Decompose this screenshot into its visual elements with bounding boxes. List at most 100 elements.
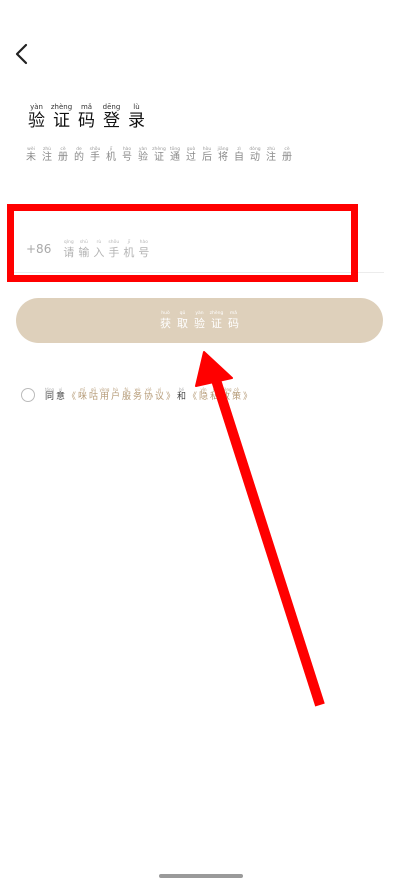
hanzi: 策 xyxy=(231,392,241,402)
hanzi: 咪 xyxy=(77,392,87,402)
hanzi: 册 xyxy=(282,152,292,163)
ruby-char: hòu 后 xyxy=(199,147,215,163)
ruby-char: jī 机 xyxy=(103,147,119,163)
hanzi: 码 xyxy=(228,317,239,330)
ruby-char: dēng 登 xyxy=(99,104,124,130)
ruby-char: yì 议 xyxy=(154,388,165,402)
phone-input-row[interactable]: +86 qǐng 请 shū 输 rù 入 shǒu 手 jī 机 hào 号 xyxy=(14,226,384,273)
hanzi: 证 xyxy=(211,317,222,330)
page-subtitle: wèi 未 zhù 注 cè 册 de 的 shǒu 手 jī 机 hào 号 yàn 验 zhèng 证 tōng… xyxy=(23,147,295,163)
hanzi: 《 xyxy=(66,392,76,402)
hanzi: 机 xyxy=(123,245,135,259)
hanzi: 机 xyxy=(106,152,116,163)
hanzi: 验 xyxy=(138,152,148,163)
hanzi: 咕 xyxy=(88,392,98,402)
ruby-char: yàn 验 xyxy=(24,104,49,130)
country-code[interactable]: +86 xyxy=(26,242,51,256)
ruby-char: qǔ 取 xyxy=(174,311,191,330)
hanzi: 议 xyxy=(154,392,164,402)
hanzi: 政 xyxy=(220,392,230,402)
hanzi: 自 xyxy=(234,152,244,163)
ruby-char: shǒu 手 xyxy=(87,147,103,163)
annotation-arrow xyxy=(195,351,325,707)
privacy-policy-link[interactable]: 《 yǐn 隐 sī 私 zhèng 政 cè 策》 xyxy=(187,388,253,402)
agree-prefix: tóng 同 yì 意 xyxy=(44,388,66,402)
ruby-char: hào 号 xyxy=(136,240,151,259)
ruby-char: jiāng 将 xyxy=(215,147,231,163)
ruby-char: hù 户 xyxy=(110,388,121,402)
hanzi: 》 xyxy=(242,392,252,402)
ruby-char: yì 意 xyxy=(55,388,66,402)
ruby-char: de 的 xyxy=(71,147,87,163)
ruby-char: zì 自 xyxy=(231,147,247,163)
ruby-char: mī 咪 xyxy=(77,388,88,402)
ruby-char: zhèng 证 xyxy=(208,311,225,330)
ruby-char: 《 xyxy=(66,388,77,402)
ruby-char: zhèng 证 xyxy=(151,147,167,163)
ruby-char: rù 入 xyxy=(91,240,106,259)
ruby-char: 》 xyxy=(165,388,176,402)
hanzi: 和 xyxy=(176,392,186,402)
ruby-char: gū 咕 xyxy=(88,388,99,402)
ruby-char: huò 获 xyxy=(157,311,174,330)
ruby-char: hào 号 xyxy=(119,147,135,163)
ruby-char: hé 和 xyxy=(176,388,187,402)
hanzi: 的 xyxy=(74,152,84,163)
ruby-char: lù 录 xyxy=(124,104,149,130)
hanzi: 录 xyxy=(128,111,145,131)
hanzi: 协 xyxy=(143,392,153,402)
hanzi: 验 xyxy=(28,111,45,131)
hanzi: 取 xyxy=(177,317,188,330)
home-indicator xyxy=(159,874,243,878)
hanzi: 证 xyxy=(53,111,70,131)
ruby-char: yǐn 隐 xyxy=(198,388,209,402)
phone-input[interactable]: qǐng 请 shū 输 rù 入 shǒu 手 jī 机 hào 号 xyxy=(61,240,151,259)
hanzi: 《 xyxy=(187,392,197,402)
login-page: yàn 验 zhèng 证 mǎ 码 dēng 登 lù 录 wèi 未 zhù 注 cè 册 de 的 shǒu… xyxy=(0,0,400,888)
ruby-char: yàn 验 xyxy=(191,311,208,330)
hanzi: 户 xyxy=(110,392,120,402)
hanzi: 手 xyxy=(90,152,100,163)
hanzi: 同 xyxy=(44,392,54,402)
hanzi: 码 xyxy=(78,111,95,131)
ruby-char: tōng 通 xyxy=(167,147,183,163)
hanzi: 隐 xyxy=(198,392,208,402)
hanzi: 后 xyxy=(202,152,212,163)
ruby-char: shū 输 xyxy=(76,240,91,259)
ruby-char: wèi 未 xyxy=(23,147,39,163)
hanzi: 输 xyxy=(78,245,90,259)
ruby-char: yàn 验 xyxy=(135,147,151,163)
hanzi: 证 xyxy=(154,152,164,163)
ruby-char: jī 机 xyxy=(121,240,136,259)
hanzi: 册 xyxy=(58,152,68,163)
ruby-char: mǎ 码 xyxy=(74,104,99,130)
hanzi: 过 xyxy=(186,152,196,163)
ruby-char: zhù 注 xyxy=(39,147,55,163)
ruby-char: dòng 动 xyxy=(247,147,263,163)
hanzi: 号 xyxy=(138,245,150,259)
hanzi: 验 xyxy=(194,317,205,330)
hanzi: 服 xyxy=(121,392,131,402)
agree-radio[interactable] xyxy=(21,388,35,402)
hanzi: 将 xyxy=(218,152,228,163)
hanzi: 请 xyxy=(63,245,75,259)
hanzi: 手 xyxy=(108,245,120,259)
ruby-char: cè 策 xyxy=(231,388,242,402)
ruby-char: 》 xyxy=(242,388,253,402)
ruby-char: shǒu 手 xyxy=(106,240,121,259)
hanzi: 入 xyxy=(93,245,105,259)
ruby-char: 《 xyxy=(187,388,198,402)
hanzi: 用 xyxy=(99,392,109,402)
ruby-char: cè 册 xyxy=(55,147,71,163)
hanzi: 号 xyxy=(122,152,132,163)
ruby-char: wù 务 xyxy=(132,388,143,402)
ruby-char: tóng 同 xyxy=(44,388,55,402)
hanzi: 注 xyxy=(266,152,276,163)
ruby-char: zhù 注 xyxy=(263,147,279,163)
get-code-button[interactable]: huò 获 qǔ 取 yàn 验 zhèng 证 mǎ 码 xyxy=(16,298,383,343)
hanzi: 获 xyxy=(160,317,171,330)
ruby-char: zhèng 证 xyxy=(49,104,74,130)
hanzi: 登 xyxy=(103,111,120,131)
service-agreement-link[interactable]: 《 mī 咪 gū 咕 yòng 用 hù 户 fú 服 wù 务 xié 协 yì 议》 xyxy=(66,388,176,402)
back-button[interactable] xyxy=(8,40,36,68)
